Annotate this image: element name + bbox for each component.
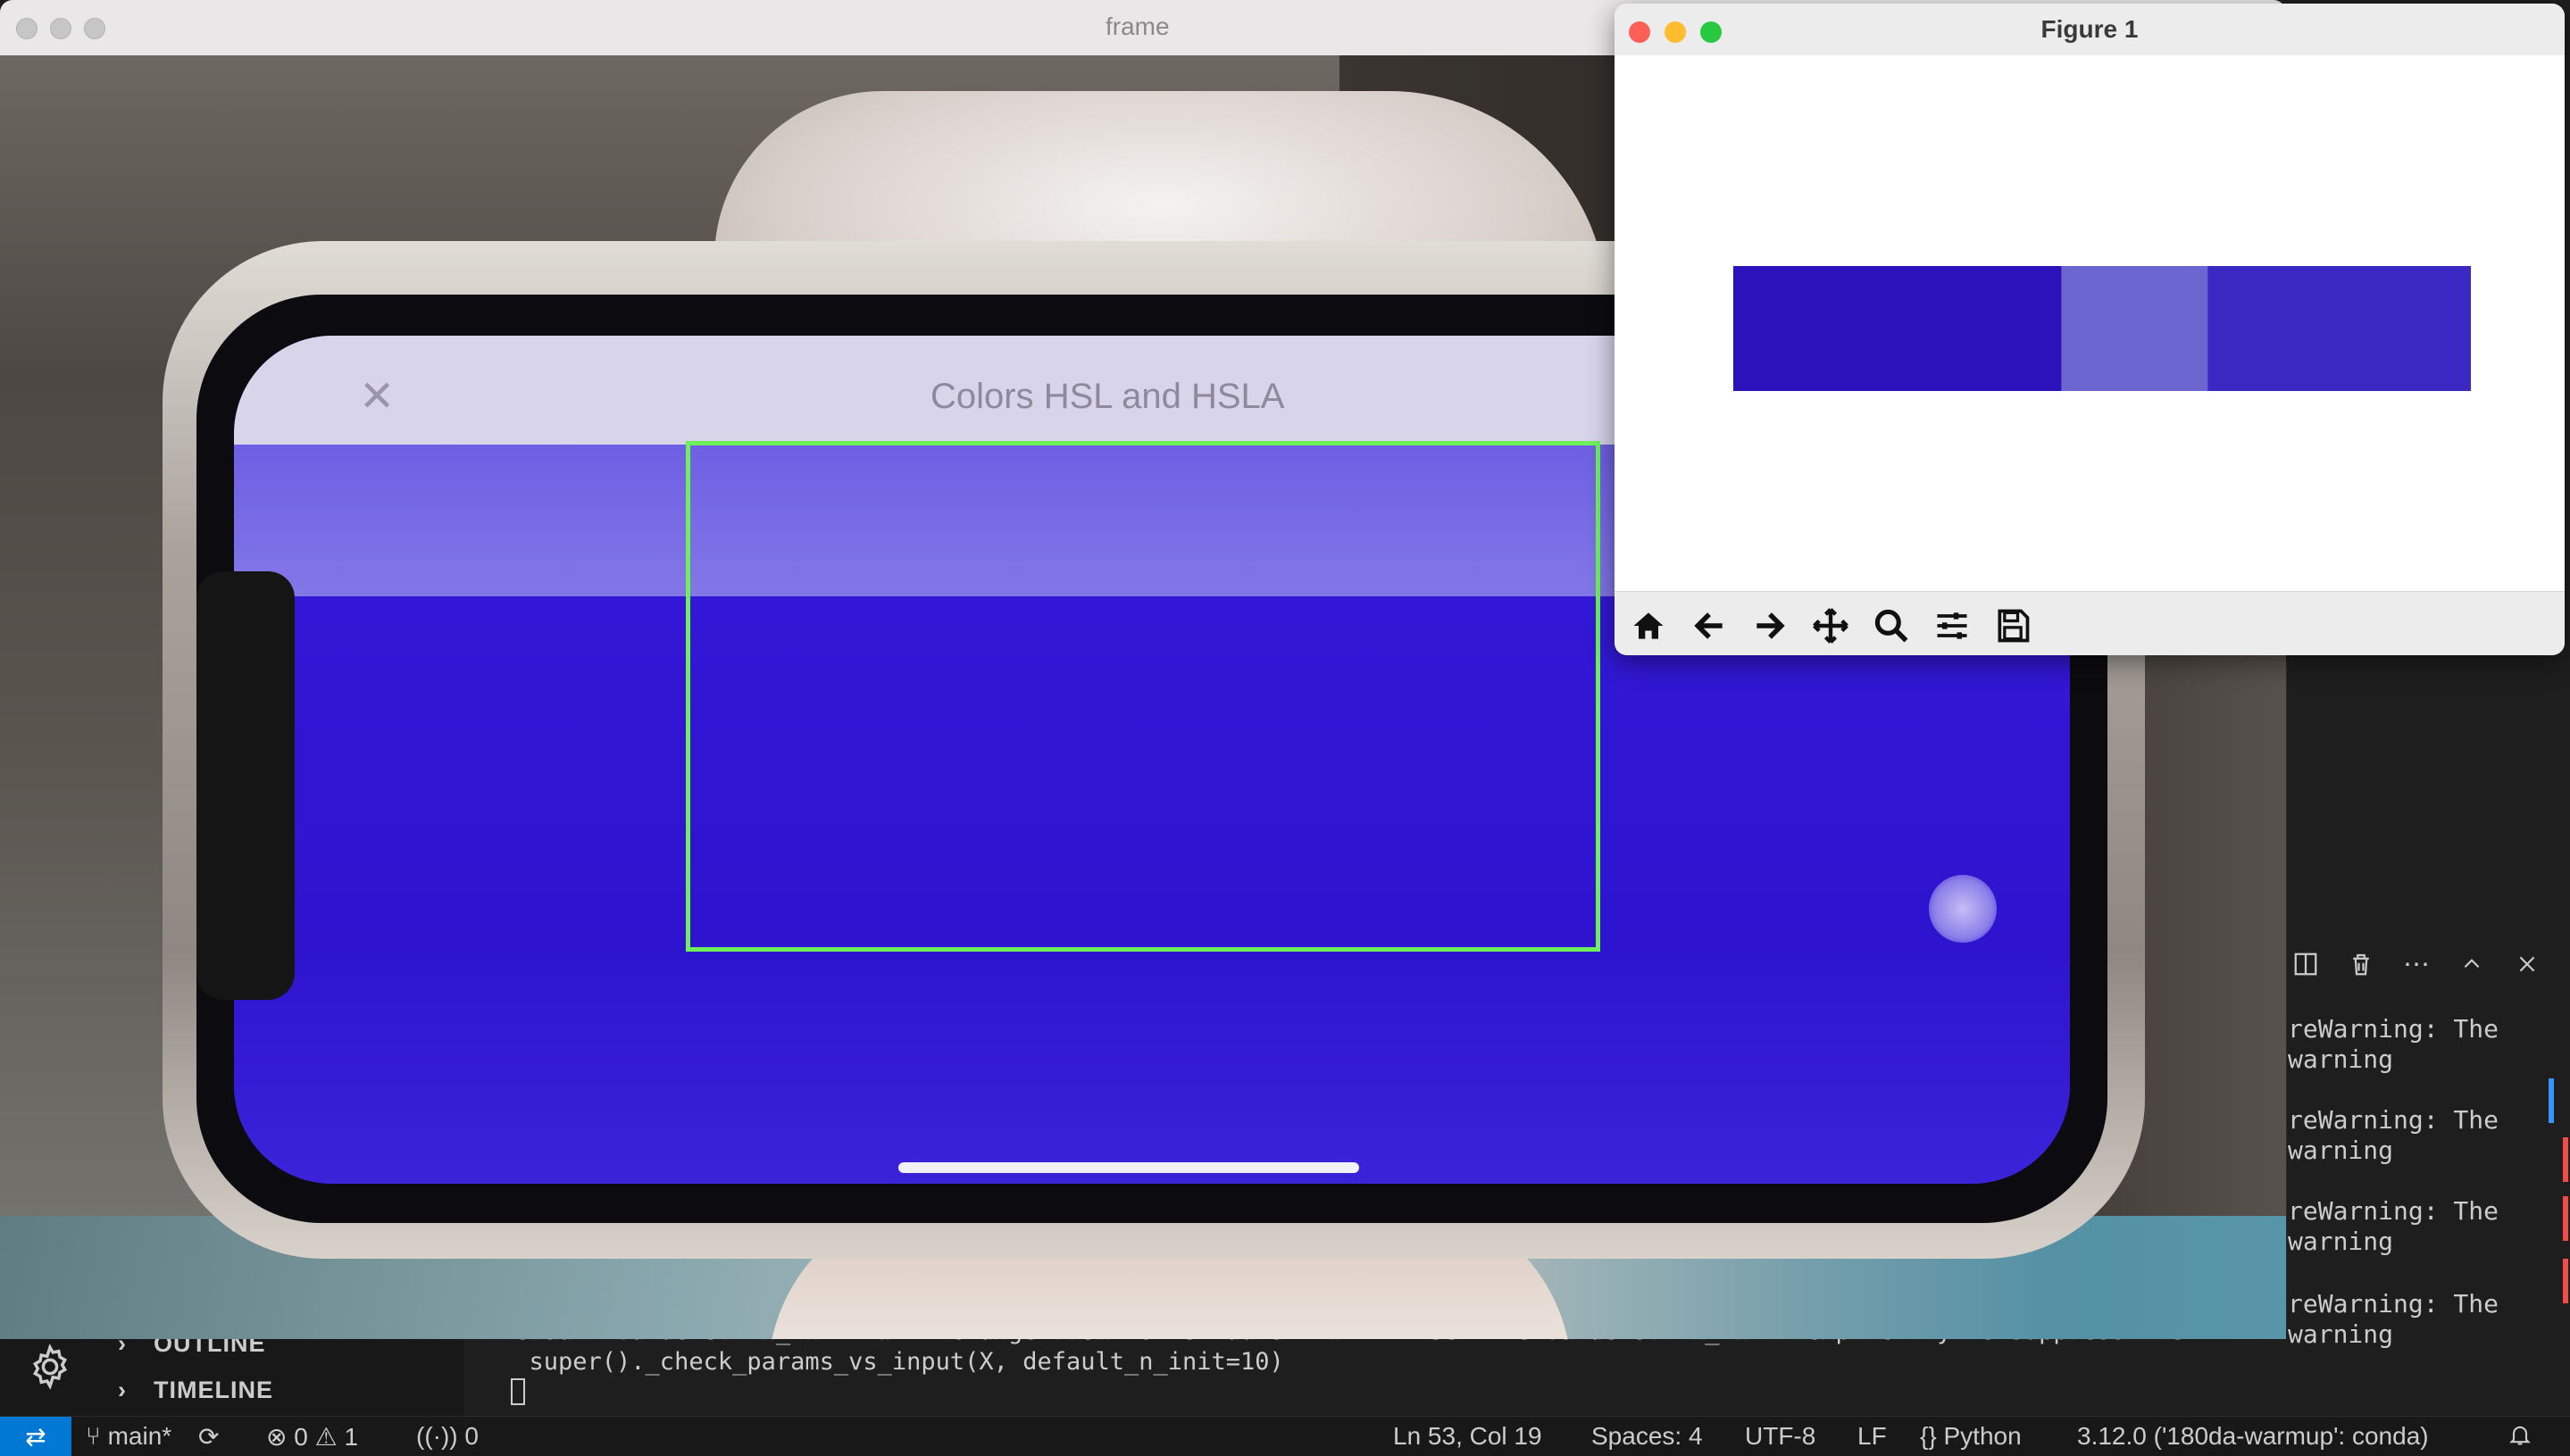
python-interpreter[interactable]: 3.12.0 ('180da-warmup': conda) [2077,1422,2429,1451]
minimize-button[interactable] [50,18,71,39]
terminal-line: super()._check_params_vs_input(X, defaul… [500,1348,1284,1376]
broadcast-icon: ((·)) [416,1422,458,1450]
more-actions-icon[interactable]: ⋯ [2397,944,2436,984]
configure-subplots-icon[interactable] [1925,601,1979,651]
scrollbar-marker [2549,1078,2554,1123]
panel-toolbar: ⋯ [2286,944,2547,984]
terminal-cursor [511,1378,525,1405]
branch-label: main* [107,1422,172,1450]
phone-screen-title: Colors HSL and HSLA [930,377,1285,416]
home-icon[interactable] [1622,601,1675,651]
warning-icon: ⚠ [314,1423,338,1451]
encoding[interactable]: UTF-8 [1745,1422,1815,1451]
split-terminal-icon[interactable] [2286,944,2325,984]
error-icon: ⊗ [266,1423,288,1451]
braces-icon: {} [1920,1422,1937,1450]
back-icon[interactable] [1682,601,1736,651]
trash-icon[interactable] [2341,944,2381,984]
terminal-line: warning [2288,1319,2394,1349]
close-icon: ✕ [359,373,396,420]
problems-status[interactable]: ⊗ 0 ⚠ 1 [266,1422,358,1452]
language-label: Python [1943,1422,2022,1450]
scrollbar-marker [2563,1259,2568,1303]
language-mode[interactable]: {} Python [1920,1422,2022,1451]
pan-icon[interactable] [1804,601,1857,651]
ports-count: 0 [464,1422,479,1450]
terminal-line: reWarning: The [2288,1014,2499,1044]
figure-window: Figure 1 [1615,4,2565,655]
color-bar-segment [2061,266,2208,391]
indentation[interactable]: Spaces: 4 [1591,1422,1703,1451]
terminal-line: warning [2288,1136,2394,1165]
phone-notch [196,571,295,1000]
window-title: Figure 1 [2040,15,2139,43]
bell-icon[interactable] [2507,1422,2532,1453]
remote-indicator-icon[interactable]: ⇄ [0,1417,71,1456]
gear-icon[interactable] [27,1344,73,1390]
zoom-button[interactable] [84,18,105,39]
window-title: frame [1106,12,1170,40]
branch-status[interactable]: ⑂ main* [86,1422,171,1451]
terminal-line: warning [2288,1227,2394,1256]
color-bar-plot [1733,266,2471,391]
terminal-line: reWarning: The [2288,1289,2499,1319]
detection-box [686,441,1600,952]
cursor-position[interactable]: Ln 53, Col 19 [1393,1422,1542,1451]
warning-count: 1 [344,1423,359,1451]
terminal-line: reWarning: The [2288,1196,2499,1226]
error-count: 0 [294,1423,308,1451]
chevron-up-icon[interactable] [2452,944,2491,984]
light-reflection [1929,875,1997,943]
line-ending[interactable]: LF [1857,1422,1887,1451]
save-icon[interactable] [1986,601,2040,651]
figure-canvas[interactable] [1615,55,2565,591]
close-button[interactable] [16,18,38,39]
timeline-section[interactable]: › TIMELINE [118,1377,273,1404]
terminal-line: reWarning: The [2288,1105,2499,1135]
terminal-line: warning [2288,1044,2394,1074]
scrollbar-marker [2563,1196,2568,1241]
figure-titlebar: Figure 1 [1615,4,2565,56]
navigation-toolbar [1615,591,2565,655]
close-icon[interactable] [2507,944,2547,984]
color-bar-segment [1733,266,2062,391]
chevron-right-icon: › [118,1377,127,1403]
forward-icon[interactable] [1743,601,1797,651]
timeline-label: TIMELINE [154,1377,273,1403]
scrollbar-marker [2563,1137,2568,1182]
git-branch-icon: ⑂ [86,1422,101,1450]
home-indicator [898,1162,1359,1173]
color-bar-segment [2207,266,2471,391]
status-bar: ⇄ ⑂ main* ⟳ ⊗ 0 ⚠ 1 ((·)) 0 Ln 53, Col 1… [0,1416,2570,1456]
ports-status[interactable]: ((·)) 0 [416,1422,479,1451]
zoom-icon[interactable] [1865,601,1918,651]
sync-icon[interactable]: ⟳ [198,1422,219,1452]
